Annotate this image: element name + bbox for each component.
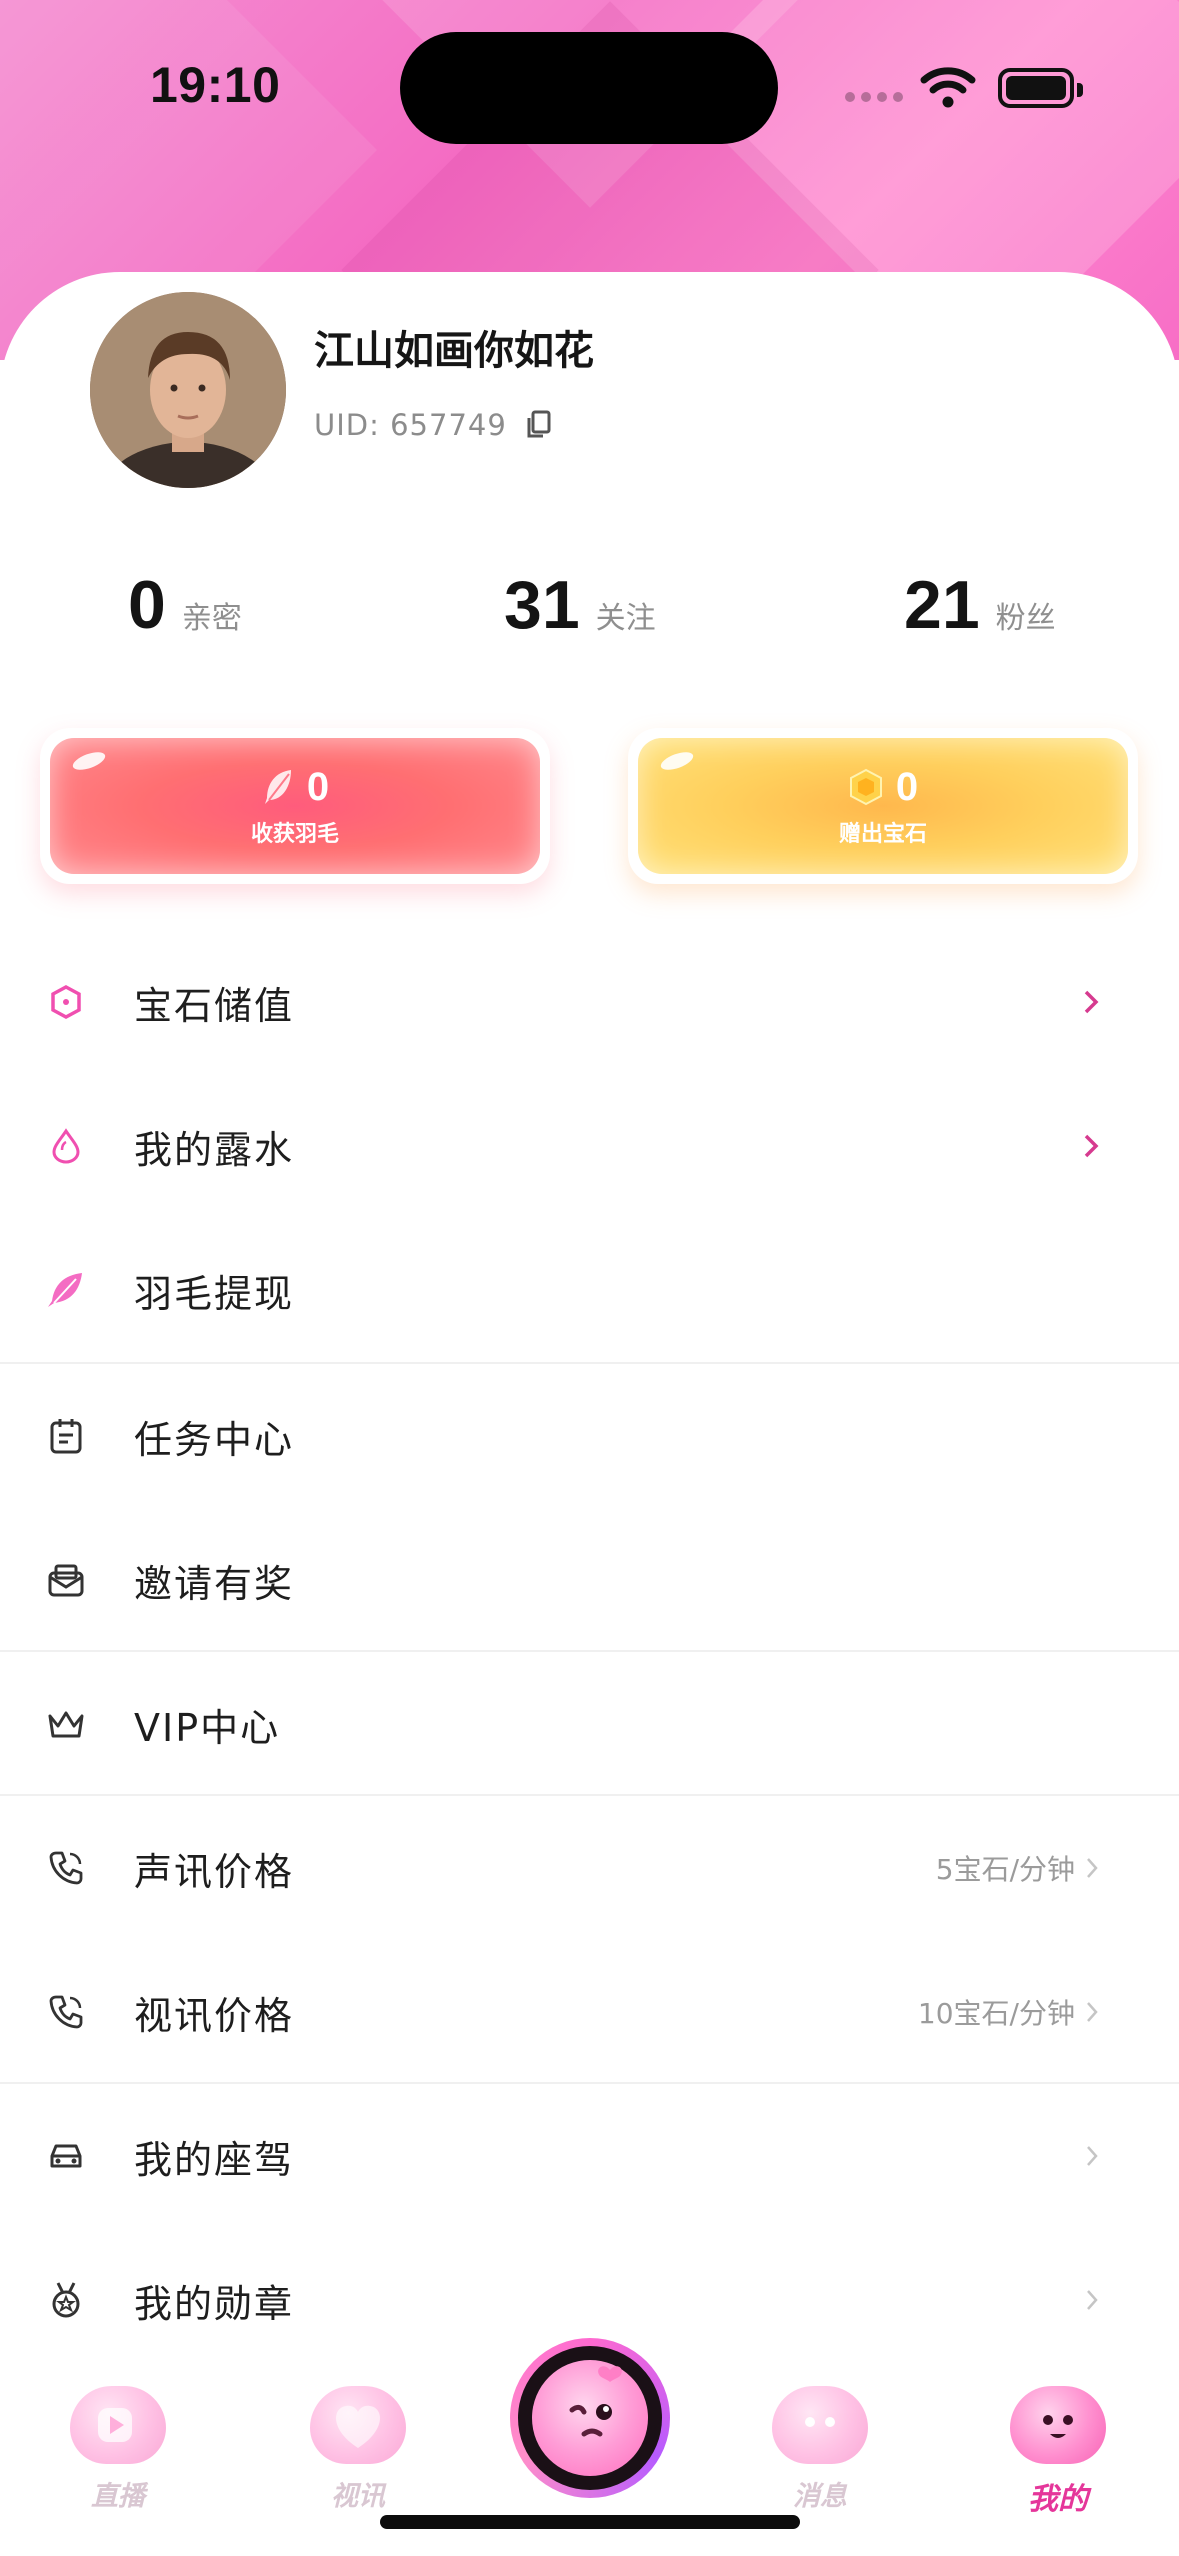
menu-task-center[interactable]: 任务中心 [0,1364,1179,1508]
menu-invite-reward[interactable]: 邀请有奖 [0,1508,1179,1652]
medal-icon [46,2280,86,2320]
tab-label: 视讯 [331,2481,385,2512]
me-mascot-icon [1010,2386,1106,2464]
task-clipboard-icon [46,1416,86,1456]
menu-value: 10宝石/分钟 [917,1997,1075,2030]
invite-envelope-icon [46,1560,86,1600]
menu-voice-price[interactable]: 声讯价格 5宝石/分钟 [0,1796,1179,1940]
stat-label: 粉丝 [995,601,1056,636]
chevron-right-icon [1084,990,1099,1014]
chevron-right-icon [1087,2146,1098,2166]
stat-value: 21 [904,567,980,643]
stat-label: 关注 [595,601,656,636]
menu-label: 我的露水 [134,1127,295,1172]
menu-feather-withdraw[interactable]: 羽毛提现 [0,1218,1179,1362]
stat-label: 亲密 [181,601,242,636]
live-video-icon [70,2386,166,2464]
home-indicator [380,2515,800,2529]
feathers-card[interactable]: 0 收获羽毛 [40,728,550,884]
menu-label: 羽毛提现 [134,1271,295,1316]
stat-following[interactable]: 31 关注 [504,566,656,644]
wifi-icon [920,67,976,108]
crown-icon [46,1704,86,1744]
peach-mascot-icon [532,2360,648,2476]
stat-value: 0 [128,567,166,643]
cellular-signal-icon [845,92,903,102]
dynamic-island [400,32,778,144]
stat-fans[interactable]: 21 粉丝 [904,566,1056,644]
message-bubble-icon [772,2386,868,2464]
chevron-right-icon [1087,2290,1098,2310]
menu-label: 视讯价格 [134,1993,295,2038]
menu-my-dew[interactable]: 我的露水 [0,1074,1179,1218]
menu-label: 宝石储值 [134,983,295,1028]
gem-icon [849,768,882,806]
chevron-right-icon [1087,2002,1098,2022]
avatar[interactable] [90,292,286,488]
menu-label: 我的座驾 [134,2137,295,2182]
menu-gem-recharge[interactable]: 宝石储值 [0,930,1179,1074]
menu-video-price[interactable]: 视讯价格 10宝石/分钟 [0,1940,1179,2084]
tab-messages[interactable]: 消息 [760,2386,880,2526]
car-icon [46,2136,86,2176]
tab-label: 消息 [793,2481,847,2512]
menu-vip-center[interactable]: VIP中心 [0,1652,1179,1796]
gems-value: 0 [895,764,919,809]
center-peach-button[interactable] [510,2338,670,2498]
chevron-right-icon [1084,1134,1099,1158]
gems-card[interactable]: 0 赠出宝石 [628,728,1138,884]
tab-label: 直播 [91,2481,145,2512]
uid-label: UID: 657749 [314,408,507,442]
stat-value: 31 [504,567,580,643]
stat-intimacy[interactable]: 0 亲密 [128,566,242,644]
menu-label: 我的勋章 [134,2281,295,2326]
tab-live[interactable]: 直播 [58,2386,178,2526]
tab-me[interactable]: 我的 [998,2386,1118,2526]
chevron-right-icon [1087,1858,1098,1878]
feathers-caption: 收获羽毛 [250,821,339,847]
copy-icon[interactable] [525,410,553,440]
feather-icon [46,1270,86,1310]
hexagon-gem-icon [46,982,86,1022]
feathers-value: 0 [306,764,330,809]
status-time: 19:10 [150,57,281,113]
tab-video-call[interactable]: 视讯 [298,2386,418,2526]
menu-label: 任务中心 [134,1417,295,1462]
menu-label: 声讯价格 [134,1849,295,1894]
nickname: 江山如画你如花 [314,328,594,374]
status-bar: 19:10 [0,0,1179,170]
feather-icon [264,770,291,804]
menu-label: VIP中心 [134,1705,281,1750]
heart-icon [310,2386,406,2464]
battery-icon [998,68,1083,108]
uid-row: UID: 657749 [314,408,553,442]
phone-icon [46,1992,86,2032]
menu-label: 邀请有奖 [134,1561,295,1606]
menu-my-car[interactable]: 我的座驾 [0,2084,1179,2228]
water-drop-icon [46,1126,86,1166]
menu-value: 5宝石/分钟 [935,1853,1075,1886]
phone-icon [46,1848,86,1888]
gems-caption: 赠出宝石 [838,821,927,847]
tab-label: 我的 [1028,2482,1088,2517]
